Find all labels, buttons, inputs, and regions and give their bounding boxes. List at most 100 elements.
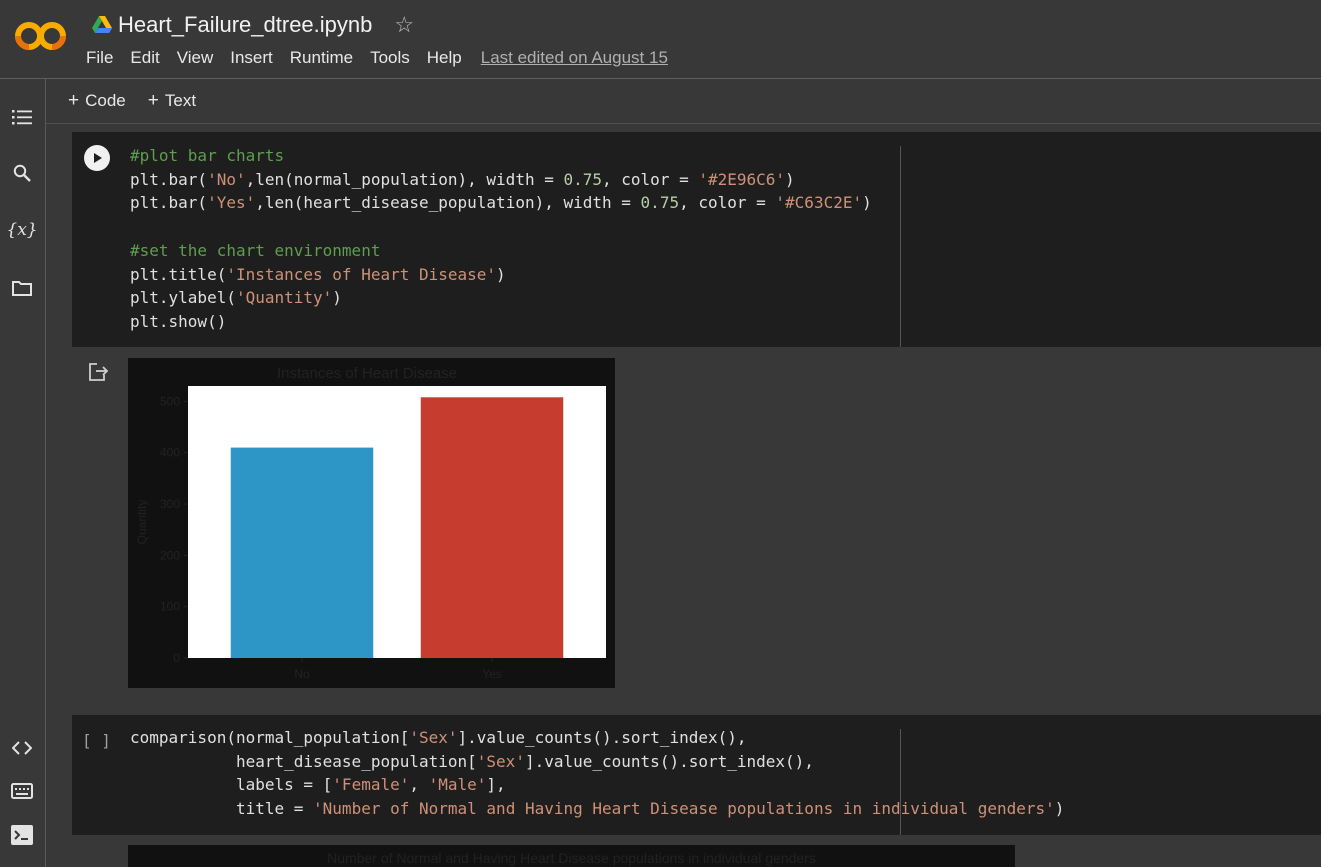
add-code-button[interactable]: + Code <box>68 90 126 112</box>
y-axis-label: Quantity <box>135 500 149 545</box>
code-token: ) <box>332 288 342 308</box>
plus-icon: + <box>147 90 159 111</box>
code-line: plt.show() <box>130 310 872 334</box>
notebook-title[interactable]: Heart_Failure_dtree.ipynb <box>118 12 372 38</box>
menu-view[interactable]: View <box>177 48 214 68</box>
code-token: ,len(heart_disease_population), width = <box>255 193 641 213</box>
y-tick-label: 500 <box>160 394 180 408</box>
x-tick-label: No <box>294 667 310 681</box>
code-line: comparison(normal_population['Sex'].valu… <box>130 726 1064 750</box>
add-text-label: Text <box>164 91 197 110</box>
code-line: #set the chart environment <box>130 239 872 263</box>
code-editor[interactable]: #plot bar charts plt.bar('No',len(normal_… <box>130 144 872 334</box>
code-token: 0.75 <box>640 193 680 213</box>
table-of-contents-icon[interactable] <box>10 105 34 129</box>
ruler-line <box>900 729 901 835</box>
code-token: ) <box>785 169 795 189</box>
code-token: 'Female' <box>332 775 410 795</box>
code-token: plt.show() <box>130 311 227 331</box>
ruler-line <box>900 146 901 347</box>
plus-icon: + <box>68 90 80 111</box>
menu-runtime[interactable]: Runtime <box>290 48 353 68</box>
code-token: , color = <box>602 169 699 189</box>
left-sidebar: {𝑥} <box>0 79 46 867</box>
code-snippets-icon[interactable] <box>10 736 34 760</box>
code-token: plt.title( <box>130 264 227 284</box>
variables-icon[interactable]: {𝑥} <box>6 218 37 242</box>
code-token: , color = <box>679 193 776 213</box>
code-line: heart_disease_population['Sex'].value_co… <box>130 750 1064 774</box>
code-token: plt.ylabel( <box>130 288 236 308</box>
code-token: 'Sex' <box>476 751 525 771</box>
second-chart-title: Number of Normal and Having Heart Diseas… <box>327 850 816 866</box>
y-tick-label: 300 <box>160 497 180 511</box>
code-token: ) <box>496 264 506 284</box>
code-token: ].value_counts().sort_index(), <box>524 751 814 771</box>
run-cell-button[interactable] <box>84 145 110 171</box>
code-token: '#2E96C6' <box>698 169 786 189</box>
last-edited-link[interactable]: Last edited on August 15 <box>481 48 668 68</box>
command-palette-icon[interactable] <box>10 779 34 803</box>
notebook-toolbar: + Code + Text <box>46 79 1321 124</box>
code-editor[interactable]: comparison(normal_population['Sex'].valu… <box>130 726 1064 821</box>
cell-execution-bracket[interactable]: [ ] <box>82 731 111 750</box>
folder-icon[interactable] <box>10 276 34 300</box>
bar-no <box>230 447 374 658</box>
bar-chart-output: No Yes 0 100 200 300 400 500 Instances of Heart … <box>128 358 615 688</box>
output-redirect-icon[interactable] <box>88 362 110 382</box>
menu-insert[interactable]: Insert <box>230 48 273 68</box>
code-token: 'Number of Normal and Having Heart Disea… <box>313 799 1055 819</box>
y-tick-label: 200 <box>160 548 180 562</box>
code-token: ], <box>486 775 506 795</box>
chart-title: Instances of Heart Disease <box>277 365 457 382</box>
second-chart-output: Number of Normal and Having Heart Diseas… <box>128 845 1015 867</box>
code-cell-1[interactable]: #plot bar charts plt.bar('No',len(normal_… <box>72 132 1321 347</box>
code-token: heart_disease_population[ <box>130 751 477 771</box>
code-token: #set the chart environment <box>130 240 381 260</box>
code-token: , <box>409 775 429 795</box>
y-tick-label: 100 <box>160 600 180 614</box>
x-tick-label: Yes <box>482 667 502 681</box>
code-token: ,len(normal_population), width = <box>245 169 564 189</box>
code-token: #plot bar charts <box>130 146 285 165</box>
code-line: #plot bar charts <box>130 144 872 168</box>
y-tick-label: 400 <box>160 446 180 460</box>
bar-yes <box>420 397 564 658</box>
code-token: 'Quantity' <box>235 288 333 308</box>
code-line: plt.bar('Yes',len(heart_disease_populati… <box>130 191 872 215</box>
code-line: title = 'Number of Normal and Having Hea… <box>130 797 1064 821</box>
menu-help[interactable]: Help <box>427 48 462 68</box>
code-token: labels = [ <box>130 775 333 795</box>
menu-bar: File Edit View Insert Runtime Tools Help… <box>86 48 685 68</box>
code-token: title = <box>130 799 314 819</box>
code-token: 'Yes' <box>207 193 256 213</box>
code-token: ) <box>1054 799 1065 819</box>
code-token: ].value_counts().sort_index(), <box>457 728 747 747</box>
code-token: plt.bar( <box>130 169 208 189</box>
top-bar: Heart_Failure_dtree.ipynb ☆ File Edit Vi… <box>0 0 1321 79</box>
code-line: plt.ylabel('Quantity') <box>130 286 872 310</box>
star-icon[interactable]: ☆ <box>394 12 414 38</box>
code-token: 0.75 <box>563 169 603 189</box>
code-token: '#C63C2E' <box>775 193 863 213</box>
colab-logo-icon[interactable] <box>14 20 68 52</box>
y-tick-label: 0 <box>173 651 180 665</box>
code-line: labels = ['Female', 'Male'], <box>130 773 1064 797</box>
play-icon <box>94 153 102 163</box>
add-text-button[interactable]: + Text <box>148 90 196 112</box>
menu-edit[interactable]: Edit <box>130 48 159 68</box>
code-token: ) <box>862 193 872 213</box>
code-line: plt.bar('No',len(normal_population), wid… <box>130 168 872 192</box>
code-token: 'Sex' <box>409 728 458 747</box>
code-line: plt.title('Instances of Heart Disease') <box>130 263 872 287</box>
menu-tools[interactable]: Tools <box>370 48 410 68</box>
code-token: 'No' <box>207 169 246 189</box>
terminal-icon[interactable] <box>10 823 34 847</box>
code-token: comparison(normal_population[ <box>130 728 410 747</box>
search-icon[interactable] <box>10 161 34 185</box>
code-token: 'Male' <box>428 775 487 795</box>
menu-file[interactable]: File <box>86 48 113 68</box>
code-cell-2[interactable]: [ ] comparison(normal_population['Sex'].… <box>72 715 1321 835</box>
google-drive-icon <box>92 16 112 33</box>
